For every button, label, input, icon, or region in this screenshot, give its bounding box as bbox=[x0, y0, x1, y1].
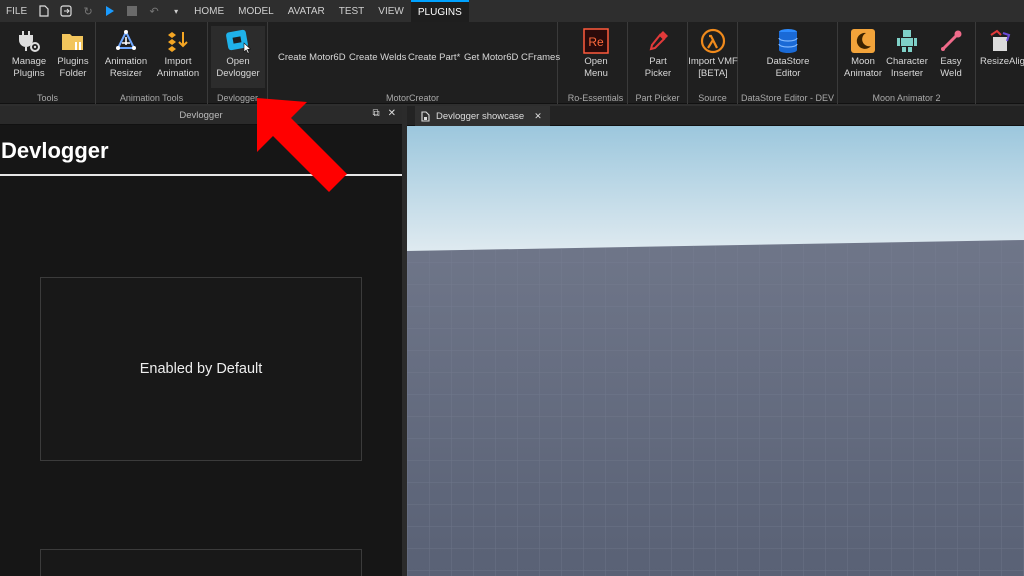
datastore-editor-label: DataStore Editor bbox=[766, 56, 810, 79]
viewport-scene bbox=[407, 126, 1024, 576]
character-inserter-button[interactable]: Character Inserter bbox=[884, 28, 930, 88]
group-motorcreator: Create Motor6D Create Welds Create Part*… bbox=[268, 22, 560, 104]
tab-plugins[interactable]: PLUGINS bbox=[410, 0, 469, 22]
weld-joint-icon bbox=[938, 28, 964, 54]
resize-align-icon bbox=[988, 28, 1014, 54]
group-ro-essentials: Re Open Menu Ro-Essentials bbox=[564, 22, 628, 104]
part-picker-label: Part Picker bbox=[644, 56, 672, 79]
half-life-lambda-icon bbox=[700, 28, 726, 54]
character-inserter-label: Character Inserter bbox=[886, 56, 928, 79]
import-vmf-button[interactable]: Import VMF [BETA] bbox=[688, 28, 738, 88]
roblox-studio-window: FILE ↻ ↶ ▾ HOME MODEL AVATAR TEST VIEW P… bbox=[0, 0, 1024, 576]
tab-test[interactable]: TEST bbox=[332, 0, 372, 22]
create-motor6d-button[interactable]: Create Motor6D bbox=[278, 52, 346, 63]
tab-home[interactable]: HOME bbox=[187, 0, 231, 22]
moon-animator-group-label: Moon Animator 2 bbox=[872, 93, 941, 103]
database-icon bbox=[775, 28, 801, 54]
undock-icon[interactable]: ⧉ bbox=[372, 108, 379, 119]
motorcreator-group-label: MotorCreator bbox=[385, 93, 439, 103]
part-picker-button[interactable]: Part Picker bbox=[634, 28, 682, 88]
get-motor6d-cframes-button[interactable]: Get Motor6D CFrames bbox=[464, 52, 560, 63]
open-devlogger-label: Open Devlogger bbox=[216, 56, 260, 79]
moon-animator-button[interactable]: Moon Animator bbox=[840, 28, 886, 88]
devlogger-header: Devlogger bbox=[0, 136, 402, 176]
animation-resizer-label: Animation Resizer bbox=[104, 56, 148, 79]
new-file-icon[interactable] bbox=[36, 0, 52, 22]
devlogger-panel-title: Devlogger bbox=[179, 109, 223, 121]
plug-gear-icon bbox=[16, 28, 42, 54]
datastore-group-label: DataStore Editor - DEV bbox=[740, 93, 835, 103]
group-tools: Manage Plugins Plugins Folder Tools bbox=[0, 22, 96, 104]
import-keyframes-icon bbox=[165, 28, 191, 54]
tab-avatar[interactable]: AVATAR bbox=[281, 0, 332, 22]
folder-plug-icon bbox=[60, 28, 86, 54]
datastore-editor-button[interactable]: DataStore Editor bbox=[762, 28, 814, 88]
enabled-by-default-card[interactable]: Enabled by Default bbox=[40, 277, 362, 461]
ro-essentials-logo-icon: Re bbox=[583, 28, 609, 54]
character-icon bbox=[894, 28, 920, 54]
sky bbox=[407, 126, 1024, 251]
tools-group-label: Tools bbox=[36, 93, 58, 103]
tab-model[interactable]: MODEL bbox=[231, 0, 281, 22]
tab-view[interactable]: VIEW bbox=[371, 0, 411, 22]
settings-card[interactable] bbox=[40, 549, 362, 576]
3d-viewport[interactable] bbox=[407, 126, 1024, 576]
manage-plugins-label: Manage Plugins bbox=[11, 56, 47, 79]
devlogger-group-label: Devlogger bbox=[216, 93, 259, 103]
group-datastore-editor: DataStore Editor DataStore Editor - DEV bbox=[738, 22, 838, 104]
import-vmf-label: Import VMF [BETA] bbox=[688, 56, 738, 79]
document-tab-bar: Devlogger showcase ✕ bbox=[407, 106, 1024, 126]
enabled-by-default-label: Enabled by Default bbox=[139, 361, 263, 377]
close-tab-icon[interactable]: ✕ bbox=[534, 111, 542, 122]
menu-bar: FILE ↻ ↶ ▾ HOME MODEL AVATAR TEST VIEW P… bbox=[0, 0, 1024, 22]
resize-align-label: ResizeAlign bbox=[980, 56, 1024, 67]
rig-resize-icon bbox=[113, 28, 139, 54]
import-animation-button[interactable]: Import Animation bbox=[152, 28, 204, 88]
moon-animator-label: Moon Animator bbox=[843, 56, 882, 79]
play-icon[interactable] bbox=[102, 0, 118, 22]
publish-icon[interactable] bbox=[58, 0, 74, 22]
plugins-folder-label: Plugins Folder bbox=[57, 56, 89, 79]
source-group-label: Source bbox=[698, 93, 727, 103]
undo-icon[interactable]: ↶ bbox=[146, 0, 162, 22]
import-animation-label: Import Animation bbox=[156, 56, 200, 79]
moon-icon bbox=[850, 28, 876, 54]
plugins-folder-button[interactable]: Plugins Folder bbox=[52, 28, 94, 88]
quick-access-dropdown-icon[interactable]: ▾ bbox=[168, 0, 184, 22]
group-moon-animator: Moon Animator Character Inserter Easy We… bbox=[838, 22, 976, 104]
stop-icon[interactable] bbox=[124, 0, 140, 22]
tab-devlogger-showcase[interactable]: Devlogger showcase ✕ bbox=[415, 106, 550, 126]
group-part-picker: Part Picker Part Picker bbox=[628, 22, 688, 104]
ro-essentials-logo-text: Re bbox=[588, 35, 604, 49]
group-source: Import VMF [BETA] Source bbox=[688, 22, 738, 104]
open-menu-button[interactable]: Re Open Menu bbox=[572, 28, 620, 88]
create-welds-button[interactable]: Create Welds bbox=[349, 52, 406, 63]
open-menu-label: Open Menu bbox=[584, 56, 608, 79]
part-picker-group-label: Part Picker bbox=[635, 93, 680, 103]
document-tab-label: Devlogger showcase bbox=[436, 110, 525, 122]
baseplate-grid bbox=[407, 240, 1024, 576]
devlogger-panel-titlebar: Devlogger ⧉ ✕ bbox=[0, 106, 402, 125]
file-menu[interactable]: FILE bbox=[0, 0, 33, 22]
resize-align-button[interactable]: ResizeAlign bbox=[980, 28, 1024, 88]
ro-essentials-group-label: Ro-Essentials bbox=[567, 93, 624, 103]
open-devlogger-button[interactable]: Open Devlogger bbox=[211, 26, 265, 88]
easy-weld-button[interactable]: Easy Weld bbox=[928, 28, 974, 88]
manage-plugins-button[interactable]: Manage Plugins bbox=[8, 28, 50, 88]
eyedropper-icon bbox=[645, 28, 671, 54]
create-part-button[interactable]: Create Part* bbox=[408, 52, 460, 63]
easy-weld-label: Easy Weld bbox=[940, 56, 962, 79]
place-file-icon bbox=[421, 110, 430, 122]
close-icon[interactable]: ✕ bbox=[388, 108, 396, 119]
animation-resizer-button[interactable]: Animation Resizer bbox=[100, 28, 152, 88]
group-devlogger: Open Devlogger Devlogger bbox=[208, 22, 268, 104]
plugins-ribbon: Manage Plugins Plugins Folder Tools Anim… bbox=[0, 22, 1024, 104]
group-resize-align: ResizeAlign bbox=[976, 22, 1024, 104]
devlogger-logo-icon bbox=[225, 28, 251, 54]
redo-icon[interactable]: ↻ bbox=[80, 0, 96, 22]
devlogger-panel: Devlogger ⧉ ✕ Devlogger Enabled by Defau… bbox=[0, 106, 402, 576]
group-animation-tools: Animation Resizer Import Animation Anima… bbox=[96, 22, 208, 104]
animation-tools-group-label: Animation Tools bbox=[119, 93, 184, 103]
